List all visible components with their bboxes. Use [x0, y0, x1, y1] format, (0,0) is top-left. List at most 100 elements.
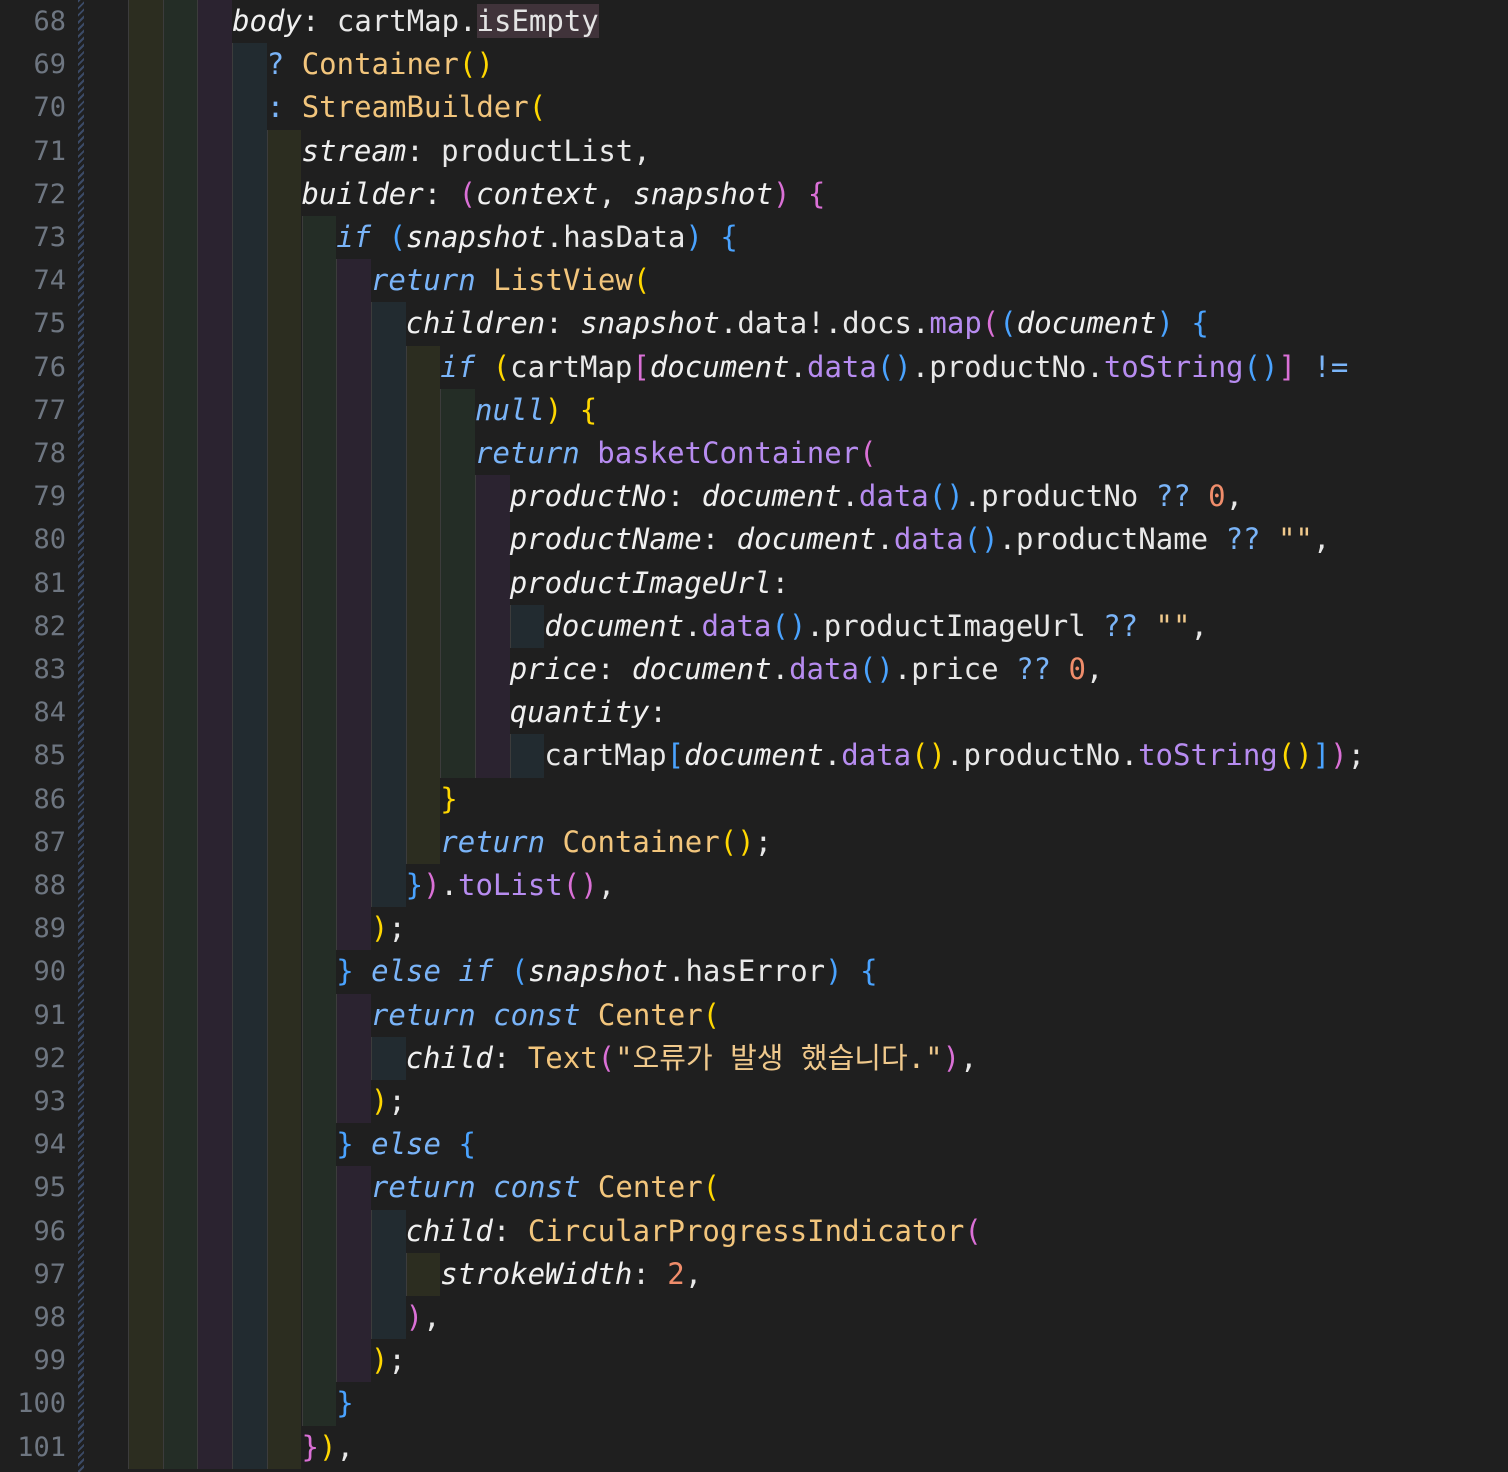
line-number: 69	[33, 49, 66, 81]
code-token: ,	[1190, 608, 1208, 643]
code-token: {	[807, 176, 826, 211]
code-line[interactable]: productName: document.data().productName…	[510, 518, 1331, 561]
line-number: 76	[33, 351, 66, 383]
indent-guide	[405, 604, 441, 649]
code-token: }	[336, 1386, 354, 1421]
code-token: )	[370, 1343, 389, 1378]
indent-guide	[232, 561, 267, 605]
indent-guide	[232, 345, 267, 389]
indent-guide	[128, 864, 163, 908]
code-line[interactable]: stream: productList,	[302, 130, 651, 173]
code-token: )	[825, 954, 843, 989]
code-token: toList	[458, 868, 563, 902]
indent-guide	[370, 302, 406, 346]
code-token: (	[492, 349, 511, 384]
indent-guide	[128, 950, 163, 994]
code-line[interactable]: children: snapshot.data!.docs.map((docum…	[406, 302, 1209, 345]
code-line[interactable]: document.data().productImageUrl ?? "",	[544, 605, 1208, 648]
code-line[interactable]: price: document.data().price ?? 0,	[510, 648, 1104, 691]
code-token: document	[684, 738, 824, 773]
code-line[interactable]: productNo: document.data().productNo ?? …	[510, 475, 1243, 518]
code-line[interactable]: return basketContainer(	[475, 432, 877, 475]
indent-guide	[128, 691, 163, 735]
code-line[interactable]: productImageUrl:	[510, 562, 789, 605]
indent-guide	[405, 820, 441, 865]
code-line[interactable]: strokeWidth: 2,	[440, 1253, 702, 1296]
indent-guide	[197, 345, 233, 389]
code-line[interactable]: ),	[406, 1296, 441, 1339]
indent-guide	[232, 1080, 267, 1124]
indent-guide	[232, 1339, 267, 1383]
code-line[interactable]: child: CircularProgressIndicator(	[406, 1210, 982, 1253]
indent-guide	[370, 777, 406, 821]
indent-guide	[301, 259, 337, 303]
code-line[interactable]: } else {	[336, 1123, 476, 1166]
indent-guide	[197, 734, 233, 778]
indent-guide	[266, 604, 302, 649]
code-line[interactable]: return const Center(	[371, 994, 720, 1037]
code-token: ??	[1155, 479, 1191, 514]
indent-guide	[162, 345, 198, 389]
code-line[interactable]: );	[371, 907, 406, 950]
code-token: .data!.docs.	[719, 306, 930, 341]
code-token: if	[458, 954, 494, 989]
code-token: .	[823, 738, 842, 773]
indent-guide	[301, 388, 337, 433]
indent-guide	[232, 820, 267, 865]
indent-guide	[232, 259, 267, 303]
code-line[interactable]: if (snapshot.hasData) {	[336, 216, 738, 259]
indent-guide	[162, 1209, 198, 1253]
indent-guide	[336, 691, 371, 735]
indent-guide	[405, 475, 441, 519]
code-token: document	[701, 479, 842, 514]
code-token: ??	[1103, 608, 1139, 643]
code-token: ;	[388, 1343, 406, 1378]
indent-guide	[266, 1339, 302, 1383]
line-number: 73	[33, 222, 66, 253]
line-number: 95	[33, 1172, 66, 1204]
code-line[interactable]: );	[371, 1080, 406, 1123]
code-token: return	[370, 997, 476, 1032]
code-line[interactable]: }),	[302, 1426, 354, 1469]
code-line[interactable]: cartMap[document.data().productNo.toStri…	[544, 734, 1365, 777]
code-line[interactable]: null) {	[475, 389, 597, 432]
indent-guide	[475, 648, 510, 692]
code-line[interactable]: return const Center(	[371, 1166, 720, 1209]
code-token: :	[632, 1256, 668, 1291]
line-number: 75	[33, 308, 66, 340]
code-line[interactable]: body: cartMap.isEmpty	[232, 0, 599, 43]
code-line[interactable]: }).toList(),	[406, 864, 616, 907]
code-line[interactable]: child: Text("오류가 발생 했습니다."),	[406, 1037, 978, 1080]
code-token: )	[942, 1040, 961, 1075]
indent-guide	[197, 216, 233, 260]
code-line[interactable]: ? Container()	[267, 43, 494, 86]
code-line[interactable]: builder: (context, snapshot) {	[302, 173, 826, 216]
indent-guide	[162, 259, 198, 303]
code-token: )	[423, 868, 441, 902]
indent-guide	[197, 777, 233, 821]
code-line[interactable]: }	[440, 778, 457, 821]
code-token: )	[685, 220, 703, 254]
code-line[interactable]: return Container();	[440, 821, 772, 864]
line-number: 83	[33, 654, 66, 685]
indent-guide	[370, 604, 406, 649]
line-number: 86	[33, 783, 66, 815]
code-line[interactable]: : StreamBuilder(	[267, 86, 546, 129]
code-line[interactable]: );	[371, 1339, 406, 1382]
code-line[interactable]: return ListView(	[371, 259, 650, 302]
code-line[interactable]: } else if (snapshot.hasError) {	[336, 950, 877, 993]
code-token: 0	[1068, 652, 1086, 686]
indent-guide	[128, 518, 163, 562]
code-token: return	[440, 824, 546, 859]
code-line[interactable]: if (cartMap[document.data().productNo.to…	[440, 346, 1348, 389]
indent-guide	[197, 432, 233, 476]
code-line[interactable]: quantity:	[510, 691, 667, 734]
code-line[interactable]: }	[336, 1382, 353, 1425]
code-token: const	[493, 1170, 581, 1205]
indent-guide	[162, 475, 198, 519]
code-token: :	[423, 176, 459, 211]
indent-guide	[162, 950, 198, 994]
